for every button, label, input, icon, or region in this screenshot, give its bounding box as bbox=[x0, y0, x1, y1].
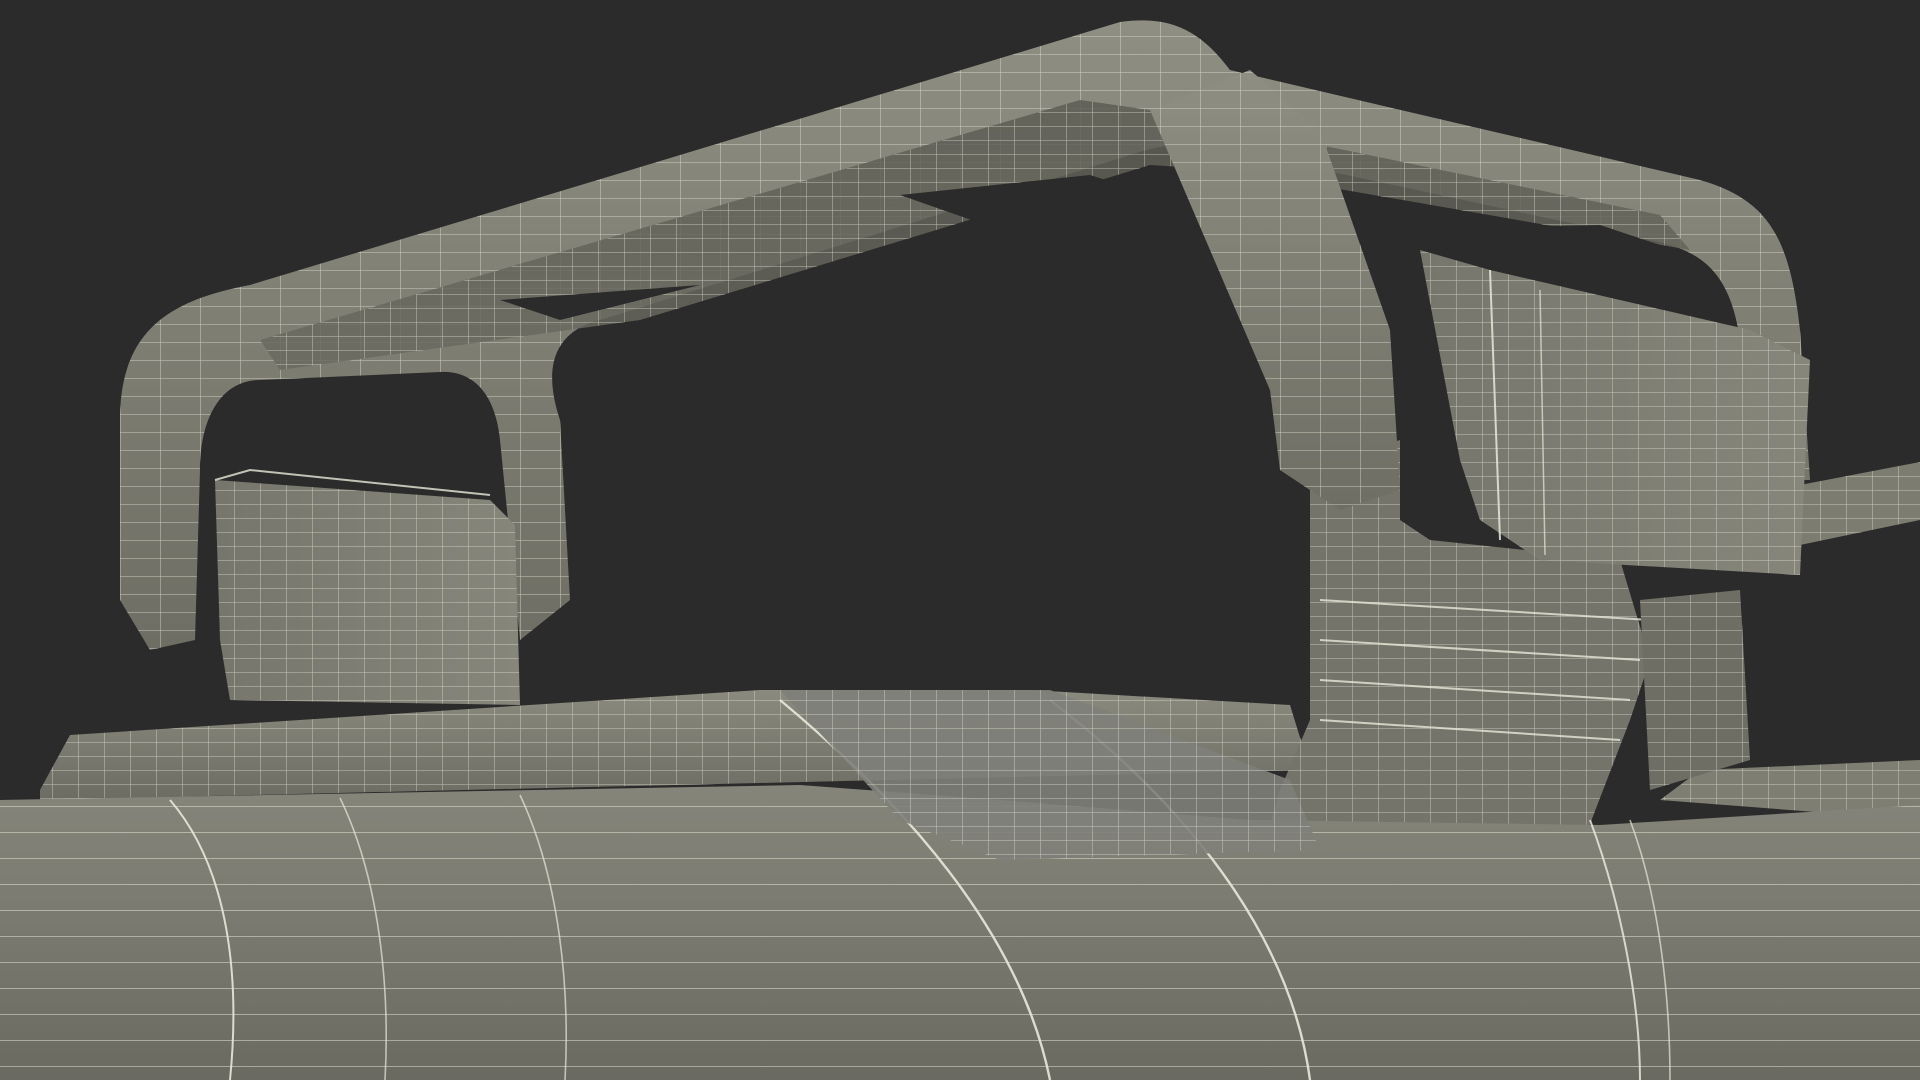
left-bracket bbox=[214, 468, 520, 705]
wireframe-render-canvas bbox=[0, 0, 1920, 1080]
right-support bbox=[1640, 590, 1750, 790]
